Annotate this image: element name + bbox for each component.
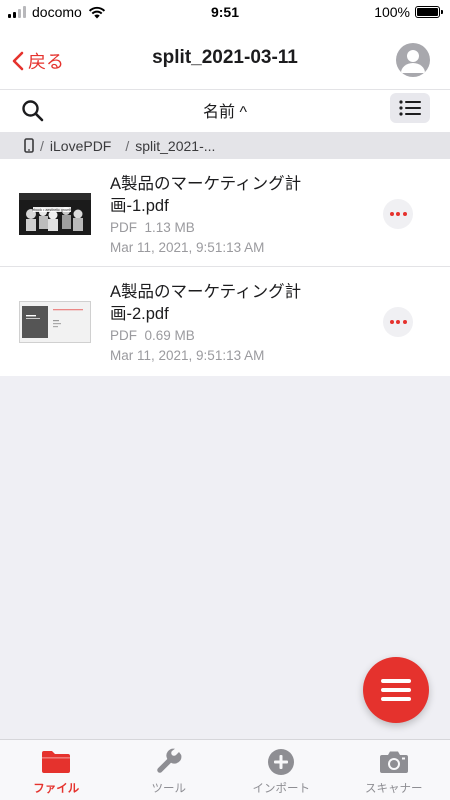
breadcrumb-item-ilovepdf[interactable]: iLovePDF (50, 138, 111, 154)
file-row[interactable]: A製品のマーケティング計 画-2.pdf PDF 0.69 MB Mar 11,… (0, 267, 450, 376)
tab-tools[interactable]: ツール (113, 740, 226, 800)
more-dot-icon (389, 212, 394, 216)
file-size: 1.13 MB (144, 220, 195, 235)
hamburger-icon (381, 697, 411, 701)
tab-import[interactable]: インポート (225, 740, 338, 800)
breadcrumb-separator: / (40, 137, 44, 154)
navigation-bar: 戻る split_2021-03-11 (0, 26, 450, 90)
camera-icon (378, 748, 410, 776)
file-name-line: 画-2.pdf (110, 305, 169, 323)
hamburger-icon (381, 688, 411, 692)
file-date: Mar 11, 2021, 9:51:13 AM (110, 348, 265, 363)
avatar[interactable] (396, 43, 430, 77)
file-name: A製品のマーケティング計 画-2.pdf (110, 281, 320, 325)
file-thumbnail: ebook • aesthetic growth (19, 193, 91, 235)
thumbnail-caption: ebook • aesthetic growth (32, 208, 71, 212)
breadcrumb-separator: / (125, 137, 130, 154)
more-dot-icon (402, 320, 407, 324)
tab-scanner[interactable]: スキャナー (338, 740, 450, 800)
more-dot-icon (389, 320, 394, 324)
file-name: A製品のマーケティング計 画-1.pdf (110, 173, 320, 217)
file-name-line: A製品のマーケティング計 (110, 283, 302, 301)
menu-fab-button[interactable] (363, 657, 429, 723)
file-type: PDF (110, 220, 137, 235)
tab-bar: ファイル ツール インポート スキャナー (0, 739, 450, 800)
plus-circle-icon (265, 748, 297, 776)
toolbar: 名前 ^ (0, 90, 450, 132)
hamburger-icon (381, 679, 411, 683)
more-dot-icon (402, 212, 407, 216)
file-name-line: 画-1.pdf (110, 197, 169, 215)
file-size: 0.69 MB (144, 328, 195, 343)
status-bar: docomo 9:51 100% (0, 0, 450, 26)
status-right: 100% (374, 4, 443, 20)
search-icon (22, 100, 44, 122)
sort-control: 名前 ^ (0, 98, 450, 122)
wrench-icon (153, 748, 185, 776)
breadcrumb-item-split-folder[interactable]: split_2021-... (135, 138, 215, 154)
file-info: A製品のマーケティング計 画-2.pdf PDF 0.69 MB Mar 11,… (110, 281, 320, 365)
more-dot-icon (396, 212, 400, 216)
list-view-button[interactable] (390, 93, 430, 123)
user-icon (401, 50, 425, 73)
search-button[interactable] (20, 98, 46, 124)
tab-label: スキャナー (365, 783, 423, 795)
sort-by-name-button[interactable]: 名前 ^ (203, 104, 247, 121)
pdf-preview-image: ebook • aesthetic growth (19, 193, 91, 235)
file-row[interactable]: ebook • aesthetic growth A製品のマーケティング計 画-… (0, 159, 450, 267)
more-dot-icon (396, 320, 400, 324)
tab-label: ファイル (33, 783, 80, 795)
file-info: A製品のマーケティング計 画-1.pdf PDF 1.13 MB Mar 11,… (110, 173, 320, 257)
battery-icon (415, 6, 443, 18)
file-type-size: PDF 1.13 MB (110, 218, 320, 237)
battery-percent: 100% (374, 4, 410, 20)
tab-label: ツール (151, 783, 187, 795)
file-date: Mar 11, 2021, 9:51:13 AM (110, 240, 265, 255)
breadcrumb: / iLovePDF / split_2021-... (0, 132, 450, 159)
page-title: split_2021-03-11 (152, 47, 298, 68)
file-type-size: PDF 0.69 MB (110, 326, 320, 345)
file-name-line: A製品のマーケティング計 (110, 175, 302, 193)
more-options-button[interactable] (383, 199, 413, 229)
more-options-button[interactable] (383, 307, 413, 337)
tab-files[interactable]: ファイル (0, 740, 113, 800)
file-thumbnail (19, 301, 91, 343)
folder-icon (40, 748, 72, 776)
phone-icon (24, 138, 34, 153)
list-icon (399, 100, 421, 116)
file-type: PDF (110, 328, 137, 343)
tab-label: インポート (252, 783, 311, 795)
pdf-preview-image (19, 301, 91, 343)
file-list: ebook • aesthetic growth A製品のマーケティング計 画-… (0, 159, 450, 376)
